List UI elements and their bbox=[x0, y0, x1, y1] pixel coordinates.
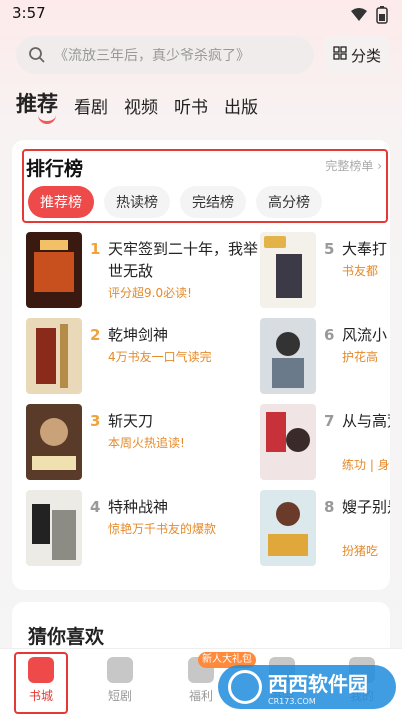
status-time: 3:57 bbox=[12, 4, 46, 22]
book-item[interactable]: 4 特种战神 惊艳万千书友的爆款 bbox=[26, 490, 246, 576]
book-tagline: 护花高 bbox=[342, 350, 379, 364]
tab-drama[interactable]: 看剧 bbox=[74, 93, 108, 118]
book-cover bbox=[26, 318, 82, 394]
search-placeholder: 《流放三年后，真少爷杀疯了》 bbox=[54, 48, 250, 64]
rank-tab-top-rated[interactable]: 高分榜 bbox=[256, 186, 322, 218]
book-title: 斩天刀 bbox=[108, 412, 154, 430]
book-tagline: 书友都 bbox=[342, 264, 379, 278]
book-cover bbox=[260, 318, 316, 394]
book-item[interactable]: 1 天牢签到二十年，我举世无敌 评分超9.0必读! bbox=[26, 232, 258, 318]
book-title: 乾坤剑神 bbox=[108, 326, 169, 344]
book-item[interactable]: 5 大奉打 书友都 bbox=[260, 232, 390, 318]
book-rank: 6 bbox=[324, 326, 335, 344]
nav-short-drama-label: 短剧 bbox=[107, 689, 132, 703]
battery-icon bbox=[376, 6, 388, 24]
book-rank: 8 bbox=[324, 498, 335, 516]
chevron-right-icon: › bbox=[377, 159, 382, 173]
book-title: 从与高荒岛开 bbox=[342, 412, 390, 430]
ranking-list-left: 1 天牢签到二十年，我举世无敌 评分超9.0必读! 2 乾坤剑神 4万书友一口气… bbox=[26, 232, 258, 576]
watermark-url: CR173.COM bbox=[268, 697, 316, 706]
ranking-list-right: 5 大奉打 书友都 6 风流小 护花高 7 从与高荒岛开 练功 | 身 8 嫂子… bbox=[260, 232, 390, 576]
book-tagline: 4万书友一口气读完 bbox=[108, 350, 212, 364]
tab-audiobook[interactable]: 听书 bbox=[174, 93, 208, 118]
status-icons bbox=[350, 6, 388, 24]
rank-tab-recommend[interactable]: 推荐榜 bbox=[28, 186, 94, 218]
book-rank: 5 bbox=[324, 240, 335, 258]
book-item[interactable]: 8 嫂子别是傻子 扮猪吃 bbox=[260, 490, 390, 576]
book-tagline: 练功 | 身 bbox=[342, 458, 390, 472]
status-bar: 3:57 bbox=[0, 0, 402, 28]
book-item[interactable]: 2 乾坤剑神 4万书友一口气读完 bbox=[26, 318, 246, 404]
tab-publish[interactable]: 出版 bbox=[224, 93, 258, 118]
book-cover bbox=[26, 232, 82, 308]
watermark-text: 西西软件园 bbox=[268, 672, 368, 696]
book-tagline: 评分超9.0必读! bbox=[108, 286, 192, 300]
book-title: 嫂子别是傻子 bbox=[342, 498, 390, 516]
category-label: 分类 bbox=[350, 46, 381, 65]
nav-welfare-label: 福利 bbox=[188, 689, 213, 703]
book-cover bbox=[260, 490, 316, 566]
search-input[interactable]: 《流放三年后，真少爷杀疯了》 bbox=[16, 36, 314, 74]
wifi-icon bbox=[350, 8, 368, 22]
book-item[interactable]: 7 从与高荒岛开 练功 | 身 bbox=[260, 404, 390, 490]
book-cover bbox=[26, 404, 82, 480]
book-rank: 3 bbox=[90, 412, 101, 430]
top-tabs: 推荐 看剧 视频 听书 出版 bbox=[16, 88, 274, 124]
book-title: 大奉打 bbox=[342, 240, 388, 258]
book-rank: 2 bbox=[90, 326, 101, 344]
ranking-title: 排行榜 bbox=[26, 158, 84, 180]
tab-video[interactable]: 视频 bbox=[124, 93, 158, 118]
guess-you-like-title: 猜你喜欢 bbox=[28, 626, 105, 648]
ranking-tabs: 推荐榜 热读榜 完结榜 高分榜 bbox=[28, 186, 322, 218]
book-tagline: 扮猪吃 bbox=[342, 544, 379, 558]
search-icon bbox=[28, 46, 46, 64]
watermark-logo-icon bbox=[228, 670, 262, 704]
book-title: 风流小 bbox=[342, 326, 388, 344]
book-cover bbox=[260, 404, 316, 480]
book-title: 天牢签到二十年，我举世无敌 bbox=[108, 240, 259, 280]
nav-short-drama[interactable]: 短剧 bbox=[90, 657, 150, 704]
rank-tab-hot[interactable]: 热读榜 bbox=[104, 186, 170, 218]
book-rank: 1 bbox=[90, 240, 101, 258]
book-tagline: 本周火热追读! bbox=[108, 436, 185, 450]
nav-bookstore-highlight bbox=[14, 652, 68, 714]
full-ranking-label: 完整榜单 bbox=[325, 159, 374, 173]
book-rank: 4 bbox=[90, 498, 101, 516]
watermark: 西西软件园 CR173.COM bbox=[218, 665, 396, 709]
play-icon bbox=[107, 657, 133, 683]
tab-recommend[interactable]: 推荐 bbox=[16, 88, 58, 124]
book-item[interactable]: 6 风流小 护花高 bbox=[260, 318, 390, 404]
ranking-card: 排行榜 完整榜单 › 推荐榜 热读榜 完结榜 高分榜 1 天牢签到二十年，我举世… bbox=[12, 140, 390, 590]
book-title: 特种战神 bbox=[108, 498, 169, 516]
rank-tab-finished[interactable]: 完结榜 bbox=[180, 186, 246, 218]
book-rank: 7 bbox=[324, 412, 335, 430]
category-button[interactable]: 分类 bbox=[324, 36, 390, 74]
book-item[interactable]: 3 斩天刀 本周火热追读! bbox=[26, 404, 246, 490]
book-cover bbox=[260, 232, 316, 308]
book-tagline: 惊艳万千书友的爆款 bbox=[108, 522, 217, 536]
book-cover bbox=[26, 490, 82, 566]
search-row: 《流放三年后，真少爷杀疯了》 分类 bbox=[16, 36, 390, 74]
grid-icon bbox=[333, 46, 347, 64]
full-ranking-link[interactable]: 完整榜单 › bbox=[325, 157, 382, 174]
